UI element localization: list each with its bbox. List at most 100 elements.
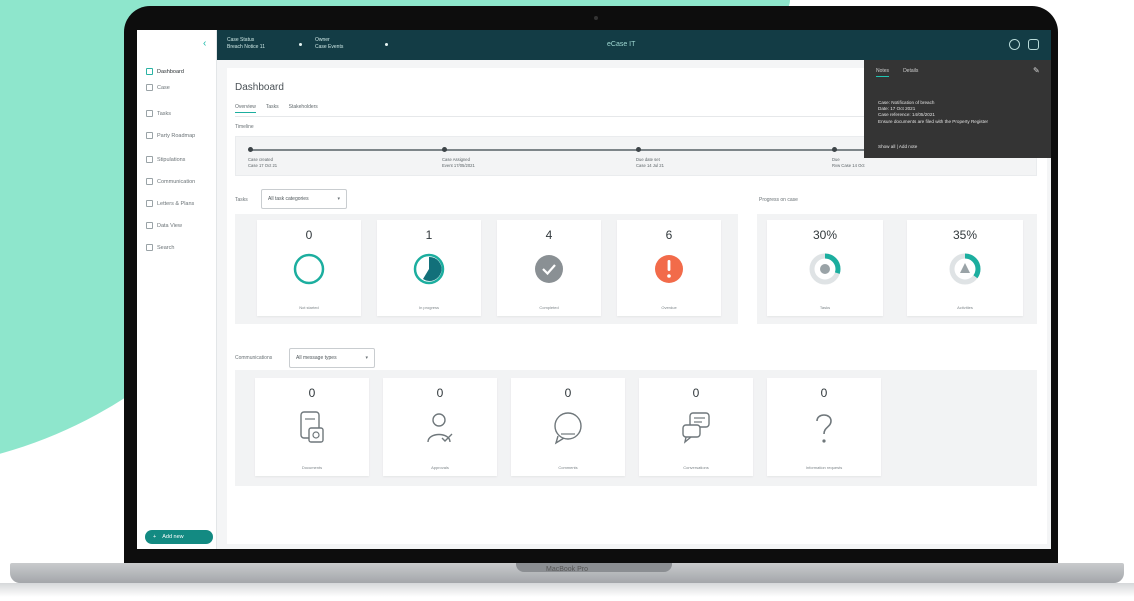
conversation-icon — [680, 410, 712, 451]
sidebar-item-roadmap[interactable]: Party Roadmap — [146, 130, 195, 141]
comm-card-documents[interactable]: 0 Documents — [255, 378, 369, 476]
sidebar-item-label: Communication — [157, 178, 196, 185]
sidebar-item-label: Search — [157, 244, 175, 251]
progress-ring-icon — [948, 252, 982, 291]
laptop-shadow — [0, 583, 1134, 597]
timeline-entry-date: Case 14 Jul 21 — [636, 163, 664, 168]
sidebar-item-label: Letters & Plans — [157, 200, 195, 207]
sidebar-item-label: Data View — [157, 222, 182, 229]
task-card-not-started[interactable]: 0 Not started — [257, 220, 361, 316]
ring-empty-icon — [293, 252, 325, 291]
top-bar: Case Status Breach Notice 11 Owner Case … — [217, 30, 1051, 60]
comm-count: 0 — [564, 386, 572, 400]
timeline-entry-date: Event 17/05/2021 — [442, 163, 475, 168]
sidebar-item-label: Tasks — [157, 110, 172, 117]
timeline-node[interactable] — [248, 147, 253, 152]
alert-circle-icon — [653, 252, 685, 291]
comm-count: 0 — [308, 386, 316, 400]
sidebar-item-communication[interactable]: Communication — [146, 176, 195, 187]
add-new-label: Add new — [162, 534, 184, 540]
case-status-group[interactable]: Case Status Breach Notice 11 — [227, 37, 265, 51]
plus-icon: + — [153, 534, 157, 540]
owner-value: Case Events — [315, 44, 344, 50]
task-count: 4 — [545, 228, 553, 242]
tab-notes[interactable]: Notes — [876, 68, 890, 77]
sidebar-item-dashboard[interactable]: Dashboard — [146, 66, 184, 77]
user-icon[interactable] — [1028, 39, 1039, 50]
task-card-completed[interactable]: 4 Completed — [497, 220, 601, 316]
tab-stakeholders[interactable]: Stakeholders — [289, 104, 318, 113]
question-icon — [810, 410, 838, 451]
add-new-button[interactable]: + Add new — [145, 530, 213, 544]
sidebar-item-label: Party Roadmap — [157, 132, 196, 139]
comm-card-comments[interactable]: 0 Comments — [511, 378, 625, 476]
timeline-node[interactable] — [832, 147, 837, 152]
sidebar-item-tasks[interactable]: Tasks — [146, 108, 171, 119]
timeline-entry-date: Case 17 Oct 21 — [248, 163, 278, 168]
message-type-value: All message types — [296, 355, 337, 361]
tasks-panel: 0 Not started 1 In progress 4 Completed … — [235, 214, 738, 324]
task-card-in-progress[interactable]: 1 In progress — [377, 220, 481, 316]
timeline-node[interactable] — [442, 147, 447, 152]
sidebar-item-letters[interactable]: Letters & Plans — [146, 198, 194, 209]
collapse-sidebar-icon[interactable]: ‹ — [203, 38, 206, 49]
data-view-icon — [146, 222, 153, 229]
comm-card-information-requests[interactable]: 0 Information requests — [767, 378, 881, 476]
task-count: 1 — [425, 228, 433, 242]
notes-popover: Notes Details ✎ Case: Notification of br… — [864, 60, 1051, 158]
tab-overview[interactable]: Overview — [235, 104, 256, 113]
progress-percentage: 30% — [812, 228, 838, 242]
timeline-node[interactable] — [636, 147, 641, 152]
separator-dot — [299, 43, 302, 46]
comm-card-label: Approvals — [431, 465, 449, 470]
note-actions[interactable]: Show all | Add note — [878, 144, 917, 149]
progress-card-label: Activities — [957, 305, 973, 310]
document-icon — [297, 410, 327, 451]
message-type-select[interactable]: All message types ▾ — [289, 348, 375, 368]
sidebar-item-stipulations[interactable]: Stipulations — [146, 154, 185, 165]
owner-group[interactable]: Owner Case Events — [315, 37, 343, 51]
edit-icon[interactable]: ✎ — [1033, 66, 1043, 76]
tab-details[interactable]: Details — [903, 68, 918, 77]
model-label: MacBook Pro — [545, 566, 589, 573]
sidebar-item-label: Stipulations — [157, 156, 186, 163]
tasks-icon — [146, 110, 153, 117]
communication-icon — [146, 178, 153, 185]
owner-label: Owner — [315, 37, 330, 43]
dashboard-icon — [146, 68, 153, 75]
task-card-label: In progress — [418, 305, 439, 310]
sidebar-item-label: Case — [157, 84, 170, 91]
task-card-label: Overdue — [661, 305, 677, 310]
progress-percentage: 35% — [952, 228, 978, 242]
comm-card-approvals[interactable]: 0 Approvals — [383, 378, 497, 476]
stipulations-icon — [146, 156, 153, 163]
comm-card-label: Comments — [558, 465, 578, 470]
case-status-label: Case Status — [227, 37, 255, 43]
sidebar: ‹ Dashboard Case Tasks Party Roadmap Sti… — [137, 30, 217, 549]
sidebar-item-search[interactable]: Search — [146, 242, 174, 253]
progress-card-label: Tasks — [819, 305, 831, 310]
sidebar-item-case[interactable]: Case — [146, 82, 170, 93]
case-icon — [146, 84, 153, 91]
in-progress-icon — [413, 252, 445, 291]
tab-tasks[interactable]: Tasks — [266, 104, 279, 113]
progress-panel: 30% Tasks 35% Activities — [757, 214, 1037, 324]
comm-card-label: Conversations — [683, 465, 709, 470]
task-category-select[interactable]: All task categories ▾ — [261, 189, 347, 209]
chat-bubble-icon — [552, 410, 584, 451]
separator-dot — [385, 43, 388, 46]
comm-count: 0 — [436, 386, 444, 400]
comm-card-conversations[interactable]: 0 Conversations — [639, 378, 753, 476]
app-title: eCase IT — [607, 41, 636, 48]
sidebar-item-data-view[interactable]: Data View — [146, 220, 182, 231]
communications-label: Communications — [235, 355, 273, 361]
check-circle-icon — [533, 252, 565, 291]
task-card-overdue[interactable]: 6 Overdue — [617, 220, 721, 316]
comm-card-label: Documents — [301, 465, 323, 470]
app-screen: ‹ Dashboard Case Tasks Party Roadmap Sti… — [137, 30, 1051, 549]
timeline-label: Timeline — [235, 124, 254, 130]
search-icon[interactable] — [1009, 39, 1020, 50]
task-card-label: Completed — [539, 305, 559, 310]
progress-card-activities[interactable]: 35% Activities — [907, 220, 1023, 316]
progress-card-tasks[interactable]: 30% Tasks — [767, 220, 883, 316]
